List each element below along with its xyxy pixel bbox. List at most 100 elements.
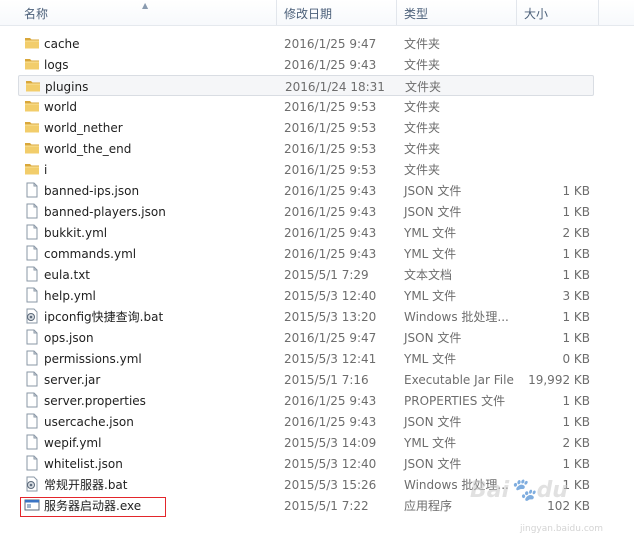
file-row[interactable]: usercache.json 2016/1/25 9:43 JSON 文件 1 KB: [18, 411, 594, 432]
file-type: 应用程序: [404, 499, 453, 513]
file-type: JSON 文件: [404, 415, 462, 429]
folder-icon: [24, 56, 40, 72]
folder-row[interactable]: cache 2016/1/25 9:47 文件夹: [18, 33, 594, 54]
folder-row[interactable]: i 2016/1/25 9:53 文件夹: [18, 159, 594, 180]
file-icon: [24, 224, 40, 240]
file-size: 1 KB: [562, 205, 590, 219]
file-type: JSON 文件: [404, 205, 462, 219]
file-icon: [24, 182, 40, 198]
file-date: 2016/1/25 9:47: [284, 37, 377, 51]
file-row[interactable]: wepif.yml 2015/5/3 14:09 YML 文件 2 KB: [18, 432, 594, 453]
file-row[interactable]: help.yml 2015/5/3 12:40 YML 文件 3 KB: [18, 285, 594, 306]
file-date: 2016/1/25 9:53: [284, 163, 377, 177]
file-type: 文件夹: [404, 37, 441, 51]
file-type: Windows 批处理...: [404, 310, 509, 324]
file-icon: [24, 266, 40, 282]
column-header-size[interactable]: 大小: [524, 0, 548, 25]
file-name: whitelist.json: [44, 457, 123, 471]
batch-icon: [24, 308, 40, 324]
file-size: 1 KB: [562, 310, 590, 324]
folder-icon: [24, 119, 40, 135]
file-icon: [24, 455, 40, 471]
file-row[interactable]: commands.yml 2016/1/25 9:43 YML 文件 1 KB: [18, 243, 594, 264]
file-icon: [24, 392, 40, 408]
file-name: eula.txt: [44, 268, 91, 282]
column-header-type[interactable]: 类型: [404, 0, 428, 25]
file-date: 2016/1/25 9:43: [284, 247, 377, 261]
file-row[interactable]: ipconfig快捷查询.bat 2015/5/3 13:20 Windows 批处…: [18, 306, 594, 327]
file-date: 2016/1/25 9:53: [284, 100, 377, 114]
folder-row[interactable]: world 2016/1/25 9:53 文件夹: [18, 96, 594, 117]
file-row[interactable]: banned-players.json 2016/1/25 9:43 JSON 文件…: [18, 201, 594, 222]
file-name: help.yml: [44, 289, 96, 303]
file-row[interactable]: server.jar 2015/5/1 7:16 Executable Jar Fi…: [18, 369, 594, 390]
file-row[interactable]: server.properties 2016/1/25 9:43 PROPERTIE…: [18, 390, 594, 411]
file-date: 2016/1/24 18:31: [285, 80, 385, 94]
file-type: 文本文档: [404, 268, 453, 282]
file-date: 2015/5/1 7:16: [284, 373, 369, 387]
file-size: 0 KB: [562, 352, 590, 366]
column-divider[interactable]: [276, 0, 277, 25]
file-date: 2015/5/3 12:40: [284, 289, 377, 303]
watermark-logo: Bai🐾du: [470, 478, 568, 503]
file-row[interactable]: ops.json 2016/1/25 9:47 JSON 文件 1 KB: [18, 327, 594, 348]
folder-row[interactable]: world_the_end 2016/1/25 9:53 文件夹: [18, 138, 594, 159]
file-type: 文件夹: [404, 58, 441, 72]
column-header-name[interactable]: 名称: [24, 0, 48, 25]
file-name: server.properties: [44, 394, 146, 408]
file-date: 2016/1/25 9:47: [284, 331, 377, 345]
file-size: 1 KB: [562, 184, 590, 198]
file-name: ops.json: [44, 331, 94, 345]
file-name: 常规开服器.bat: [44, 478, 128, 492]
folder-icon: [24, 35, 40, 51]
file-date: 2015/5/3 13:20: [284, 310, 377, 324]
file-name: bukkit.yml: [44, 226, 108, 240]
folder-icon: [24, 161, 40, 177]
file-icon: [24, 329, 40, 345]
file-row[interactable]: bukkit.yml 2016/1/25 9:43 YML 文件 2 KB: [18, 222, 594, 243]
file-type: JSON 文件: [404, 184, 462, 198]
file-type: YML 文件: [404, 247, 457, 261]
file-size: 1 KB: [562, 247, 590, 261]
folder-row[interactable]: world_nether 2016/1/25 9:53 文件夹: [18, 117, 594, 138]
file-size: 1 KB: [562, 331, 590, 345]
file-date: 2015/5/1 7:22: [284, 499, 369, 513]
folder-row[interactable]: logs 2016/1/25 9:43 文件夹: [18, 54, 594, 75]
file-icon: [24, 245, 40, 261]
file-date: 2015/5/3 14:09: [284, 436, 377, 450]
column-divider[interactable]: [516, 0, 517, 25]
file-name: commands.yml: [44, 247, 137, 261]
file-date: 2015/5/3 12:40: [284, 457, 377, 471]
file-name: world_nether: [44, 121, 123, 135]
file-name: wepif.yml: [44, 436, 102, 450]
file-row[interactable]: eula.txt 2015/5/1 7:29 文本文档 1 KB: [18, 264, 594, 285]
file-row[interactable]: permissions.yml 2015/5/3 12:41 YML 文件 0 KB: [18, 348, 594, 369]
file-icon: [24, 434, 40, 450]
file-name: cache: [44, 37, 80, 51]
file-date: 2016/1/25 9:53: [284, 121, 377, 135]
file-date: 2016/1/25 9:43: [284, 415, 377, 429]
file-type: 文件夹: [404, 163, 441, 177]
file-name: ipconfig快捷查询.bat: [44, 310, 164, 324]
file-type: Executable Jar File: [404, 373, 514, 387]
file-type: YML 文件: [404, 352, 457, 366]
file-type: YML 文件: [404, 436, 457, 450]
file-row[interactable]: banned-ips.json 2016/1/25 9:43 JSON 文件 1 KB: [18, 180, 594, 201]
file-name: i: [44, 163, 48, 177]
file-icon: [24, 203, 40, 219]
file-name: plugins: [45, 80, 89, 94]
file-name: server.jar: [44, 373, 101, 387]
file-name: banned-ips.json: [44, 184, 140, 198]
file-date: 2016/1/25 9:43: [284, 58, 377, 72]
file-size: 1 KB: [562, 457, 590, 471]
column-divider[interactable]: [396, 0, 397, 25]
column-divider[interactable]: [598, 0, 599, 25]
folder-row[interactable]: plugins 2016/1/24 18:31 文件夹: [18, 75, 594, 96]
file-row[interactable]: whitelist.json 2015/5/3 12:40 JSON 文件 1 KB: [18, 453, 594, 474]
file-icon: [24, 371, 40, 387]
column-header-date[interactable]: 修改日期: [284, 0, 332, 25]
file-size: 3 KB: [562, 289, 590, 303]
file-icon: [24, 350, 40, 366]
file-name: permissions.yml: [44, 352, 142, 366]
file-date: 2016/1/25 9:53: [284, 142, 377, 156]
